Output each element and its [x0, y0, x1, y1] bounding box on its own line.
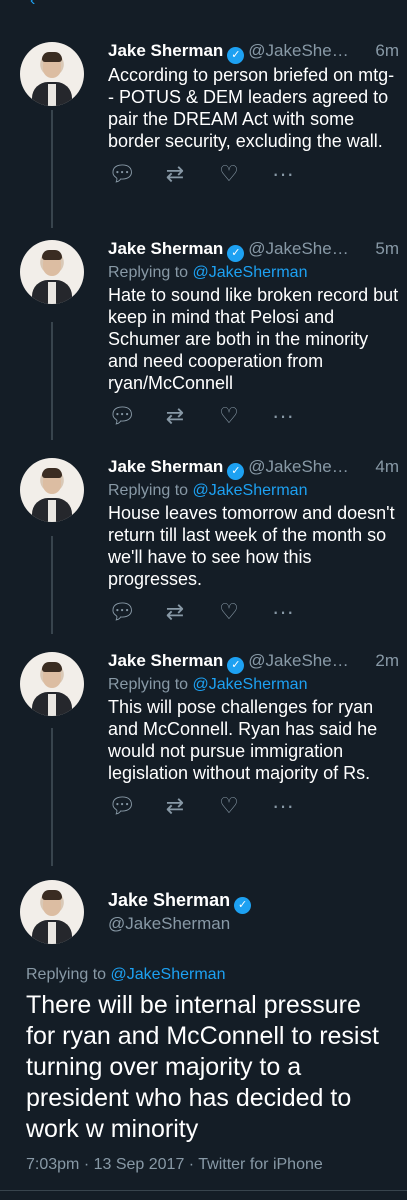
reply-mention[interactable]: @JakeSherman	[193, 482, 308, 499]
more-icon[interactable]: ···	[270, 793, 296, 819]
author-name-line[interactable]: Jake Sherman ✓	[108, 890, 255, 914]
thread-tweet[interactable]: Jake Sherman ✓ @JakeShe… 5m Replying to @J…	[0, 238, 407, 438]
reply-mention[interactable]: @JakeSherman	[193, 264, 308, 281]
tweet-actions: 💬︎ ⇄ ♡ ···	[108, 784, 399, 828]
tweet-time: 2m	[375, 651, 399, 670]
tweet-header: Jake Sherman ✓ @JakeShe… 4m	[108, 456, 399, 480]
retweet-icon[interactable]: ⇄	[162, 161, 188, 187]
author-name[interactable]: Jake Sherman	[108, 457, 223, 476]
author-name[interactable]: Jake Sherman	[108, 239, 223, 258]
focused-tweet-text: There will be internal pressure for ryan…	[26, 991, 379, 1143]
reply-context: Replying to @JakeSherman	[108, 262, 399, 284]
heart-icon[interactable]: ♡	[216, 403, 242, 429]
tweet-meta: 7:03pm · 13 Sep 2017 · Twitter for iPhon…	[26, 1156, 323, 1173]
author-handle: @JakeShe…	[248, 239, 349, 258]
more-icon[interactable]: ···	[270, 599, 296, 625]
reply-prefix: Replying to	[108, 676, 189, 693]
divider	[0, 1190, 407, 1191]
reply-prefix: Replying to	[108, 264, 189, 281]
thread-tweet[interactable]: Jake Sherman ✓ @JakeShe… 6m According to p…	[0, 40, 407, 196]
reply-context: Replying to @JakeSherman	[108, 480, 399, 502]
reply-prefix: Replying to	[108, 482, 189, 499]
tweet-time: 6m	[375, 41, 399, 60]
chevron-left-icon[interactable]: ‹	[30, 0, 35, 10]
tweet-actions: 💬︎ ⇄ ♡ ···	[108, 152, 399, 196]
tweet-text: According to person briefed on mtg-- POT…	[108, 65, 395, 151]
tweet-text: Hate to sound like broken record but kee…	[108, 285, 399, 393]
author-handle: @JakeShe…	[248, 651, 349, 670]
reply-icon[interactable]: 💬︎	[108, 161, 136, 187]
reply-mention[interactable]: @JakeSherman	[111, 966, 226, 983]
reply-context: Replying to @JakeSherman	[26, 966, 225, 984]
tweet-actions: 💬︎ ⇄ ♡ ···	[108, 590, 399, 634]
verified-icon: ✓	[227, 463, 245, 480]
verified-icon: ✓	[234, 897, 252, 914]
retweet-icon[interactable]: ⇄	[162, 403, 188, 429]
avatar[interactable]	[20, 458, 84, 522]
reply-icon[interactable]: 💬︎	[108, 403, 136, 429]
heart-icon[interactable]: ♡	[216, 599, 242, 625]
tweet-text: House leaves tomorrow and doesn't return…	[108, 503, 395, 589]
avatar[interactable]	[20, 880, 84, 944]
reply-mention[interactable]: @JakeSherman	[193, 676, 308, 693]
more-icon[interactable]: ···	[270, 403, 296, 429]
reply-icon[interactable]: 💬︎	[108, 793, 136, 819]
more-icon[interactable]: ···	[270, 161, 296, 187]
author-handle[interactable]: @JakeSherman	[108, 914, 230, 934]
tweet-actions: 💬︎ ⇄ ♡ ···	[108, 394, 399, 438]
verified-icon: ✓	[227, 657, 245, 674]
tweet-time: 5m	[375, 239, 399, 258]
reply-prefix: Replying to	[26, 966, 107, 983]
tweet-header: Jake Sherman ✓ @JakeShe… 5m	[108, 238, 399, 262]
author-name[interactable]: Jake Sherman	[108, 890, 230, 910]
heart-icon[interactable]: ♡	[216, 793, 242, 819]
avatar[interactable]	[20, 652, 84, 716]
heart-icon[interactable]: ♡	[216, 161, 242, 187]
avatar[interactable]	[20, 42, 84, 106]
retweet-icon[interactable]: ⇄	[162, 793, 188, 819]
thread-tweet[interactable]: Jake Sherman ✓ @JakeShe… 2m Replying to @J…	[0, 650, 407, 828]
author-name[interactable]: Jake Sherman	[108, 41, 223, 60]
thread-tweet[interactable]: Jake Sherman ✓ @JakeShe… 4m Replying to @J…	[0, 456, 407, 634]
verified-icon: ✓	[227, 47, 245, 64]
retweet-icon[interactable]: ⇄	[162, 599, 188, 625]
tweet-header: Jake Sherman ✓ @JakeShe… 6m	[108, 40, 399, 64]
focused-tweet: Jake Sherman ✓ @JakeSherman Replying to @…	[0, 876, 407, 1191]
tweet-time: 4m	[375, 457, 399, 476]
author-handle: @JakeShe…	[248, 41, 349, 60]
verified-icon: ✓	[227, 245, 245, 262]
top-bar: ‹	[0, 0, 407, 14]
tweet-header: Jake Sherman ✓ @JakeShe… 2m	[108, 650, 399, 674]
author-name[interactable]: Jake Sherman	[108, 651, 223, 670]
author-handle: @JakeShe…	[248, 457, 349, 476]
tweet-text: This will pose challenges for ryan and M…	[108, 697, 378, 783]
focused-tweet-header: Jake Sherman ✓ @JakeSherman	[0, 876, 407, 946]
avatar[interactable]	[20, 240, 84, 304]
reply-context: Replying to @JakeSherman	[108, 674, 399, 696]
reply-icon[interactable]: 💬︎	[108, 599, 136, 625]
